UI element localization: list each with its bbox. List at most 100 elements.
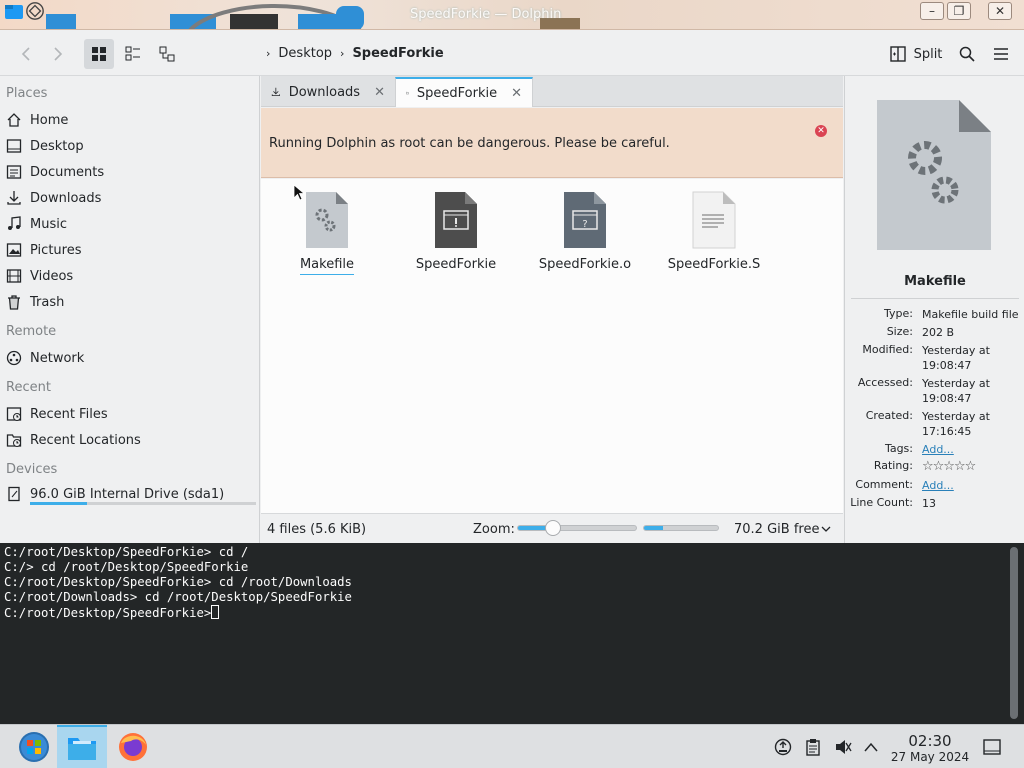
- trash-icon: [8, 295, 20, 310]
- file-item-speedforkie-o[interactable]: ? SpeedForkie.o: [525, 191, 645, 272]
- add-tags-link[interactable]: Add...: [922, 442, 1022, 457]
- places-item-label: Music: [30, 216, 67, 232]
- network-icon: [6, 350, 22, 366]
- update-notifier-icon[interactable]: [773, 737, 793, 757]
- forward-button[interactable]: [44, 39, 72, 69]
- places-item-trash[interactable]: Trash: [6, 291, 64, 313]
- mouse-cursor-icon: [293, 184, 305, 201]
- terminal-line: C:/root/Downloads> cd /root/Desktop/Spee…: [4, 590, 352, 604]
- zoom-slider-handle[interactable]: [545, 520, 561, 536]
- file-item-speedforkie[interactable]: SpeedForkie: [396, 191, 516, 272]
- close-warning-icon[interactable]: ✕: [815, 125, 827, 137]
- file-item-speedforkie-s[interactable]: SpeedForkie.S: [654, 191, 774, 272]
- info-key: Comment:: [855, 478, 913, 491]
- application-launcher-button[interactable]: [9, 725, 59, 768]
- pictures-icon: [6, 243, 22, 257]
- info-key: Line Count:: [850, 496, 913, 509]
- task-firefox[interactable]: [108, 725, 158, 768]
- chevron-up-icon[interactable]: [861, 737, 881, 757]
- places-item-music[interactable]: Music: [6, 213, 67, 235]
- zoom-label: Zoom:: [473, 522, 515, 537]
- info-key: Tags:: [884, 442, 913, 455]
- firefox-icon: [119, 733, 147, 761]
- hamburger-menu-button[interactable]: [988, 39, 1014, 69]
- places-item-label: Documents: [30, 164, 105, 180]
- places-item-label: Trash: [30, 294, 65, 310]
- breadcrumb-item-desktop[interactable]: Desktop: [278, 46, 332, 61]
- show-desktop-icon[interactable]: [982, 737, 1002, 757]
- info-key: Accessed:: [857, 376, 913, 389]
- breadcrumb: › Desktop › SpeedForkie: [266, 46, 444, 61]
- file-manager-icon: [68, 738, 96, 760]
- close-tab-icon[interactable]: ✕: [511, 86, 522, 101]
- info-key: Created:: [865, 409, 913, 422]
- places-item-documents[interactable]: Documents: [6, 161, 104, 183]
- places-item-downloads[interactable]: Downloads: [6, 187, 101, 209]
- add-comment-link[interactable]: Add...: [922, 478, 1022, 493]
- rating-stars[interactable]: ☆☆☆☆☆: [922, 459, 1022, 474]
- close-button[interactable]: ✕: [988, 2, 1012, 20]
- terminal-prompt-line[interactable]: C:/root/Desktop/SpeedForkie>: [4, 605, 1020, 621]
- terminal-scrollbar[interactable]: [1010, 547, 1018, 719]
- window-titlebar[interactable]: SpeedForkie — Dolphin – ❐ ✕: [0, 0, 1024, 30]
- start-menu-icon: [19, 732, 49, 762]
- desktop-icon: [6, 139, 22, 153]
- breadcrumb-item-current[interactable]: SpeedForkie: [352, 46, 443, 61]
- tab-label: Downloads: [288, 84, 361, 100]
- places-item-network[interactable]: Network: [6, 347, 84, 369]
- compact-view-button[interactable]: [118, 39, 148, 69]
- unknown-file-icon: ?: [564, 192, 606, 248]
- places-item-desktop[interactable]: Desktop: [6, 135, 84, 157]
- free-space-label: 70.2 GiB free: [734, 522, 820, 537]
- file-view[interactable]: Makefile SpeedForkie ? SpeedForkie.o Spe…: [261, 179, 843, 513]
- tab-speedforkie[interactable]: SpeedForkie ✕: [395, 77, 533, 107]
- warning-message: Running Dolphin as root can be dangerous…: [269, 136, 670, 151]
- window-title: SpeedForkie — Dolphin: [410, 7, 562, 22]
- places-item-label: Network: [30, 350, 85, 366]
- terminal-line: C:/> cd /root/Desktop/SpeedForkie: [4, 560, 249, 574]
- details-view-button[interactable]: [152, 39, 182, 69]
- terminal-panel[interactable]: C:/root/Desktop/SpeedForkie> cd / C:/> c…: [0, 543, 1024, 724]
- documents-icon: [6, 165, 22, 179]
- zoom-slider[interactable]: [517, 525, 637, 531]
- file-name: Makefile: [299, 257, 355, 275]
- places-item-videos[interactable]: Videos: [6, 265, 73, 287]
- compact-view-icon: [125, 46, 140, 61]
- places-item-home[interactable]: Home: [6, 109, 68, 131]
- places-item-recent-files[interactable]: Recent Files: [6, 403, 108, 425]
- file-item-makefile[interactable]: Makefile: [267, 191, 387, 275]
- places-panel: Places Home Desktop Documents Downloads …: [0, 76, 260, 543]
- arrow-left-icon: [21, 47, 30, 61]
- minimize-button[interactable]: –: [920, 2, 944, 20]
- download-icon: [271, 87, 280, 97]
- close-tab-icon[interactable]: ✕: [374, 85, 385, 100]
- maximize-button[interactable]: ❐: [947, 2, 971, 20]
- chevron-down-icon[interactable]: [821, 525, 831, 533]
- search-icon: [959, 46, 975, 62]
- places-item-pictures[interactable]: Pictures: [6, 239, 81, 261]
- search-button[interactable]: [954, 39, 980, 69]
- tab-downloads[interactable]: Downloads ✕: [261, 77, 395, 107]
- status-bar: 4 files (5.6 KiB) Zoom: 70.2 GiB free: [261, 513, 843, 543]
- icons-view-button[interactable]: [84, 39, 114, 69]
- digital-clock[interactable]: 02:30 27 May 2024: [884, 732, 976, 764]
- disk-space-bar: [643, 525, 719, 531]
- info-key: Type:: [884, 307, 913, 320]
- volume-muted-icon[interactable]: [833, 737, 853, 757]
- makefile-preview-icon: [877, 100, 991, 250]
- info-value: Yesterday at 19:08:47: [922, 377, 990, 405]
- tab-label: SpeedForkie: [416, 85, 498, 101]
- main-toolbar: › Desktop › SpeedForkie Split: [0, 31, 1024, 76]
- terminal-line: C:/root/Desktop/SpeedForkie> cd /root/Do…: [4, 575, 352, 589]
- terminal-line: C:/root/Desktop/SpeedForkie> cd /: [4, 545, 249, 559]
- info-key: Rating:: [873, 459, 913, 472]
- info-value: Makefile build file: [922, 308, 1019, 321]
- clipboard-icon[interactable]: [803, 737, 823, 757]
- hamburger-menu-icon: [994, 48, 1008, 60]
- split-button[interactable]: Split: [886, 39, 946, 69]
- drive-usage-bar: [30, 502, 256, 505]
- file-name: SpeedForkie: [415, 257, 497, 272]
- task-dolphin[interactable]: [57, 725, 107, 768]
- places-item-recent-locations[interactable]: Recent Locations: [6, 429, 141, 451]
- back-button[interactable]: [12, 39, 40, 69]
